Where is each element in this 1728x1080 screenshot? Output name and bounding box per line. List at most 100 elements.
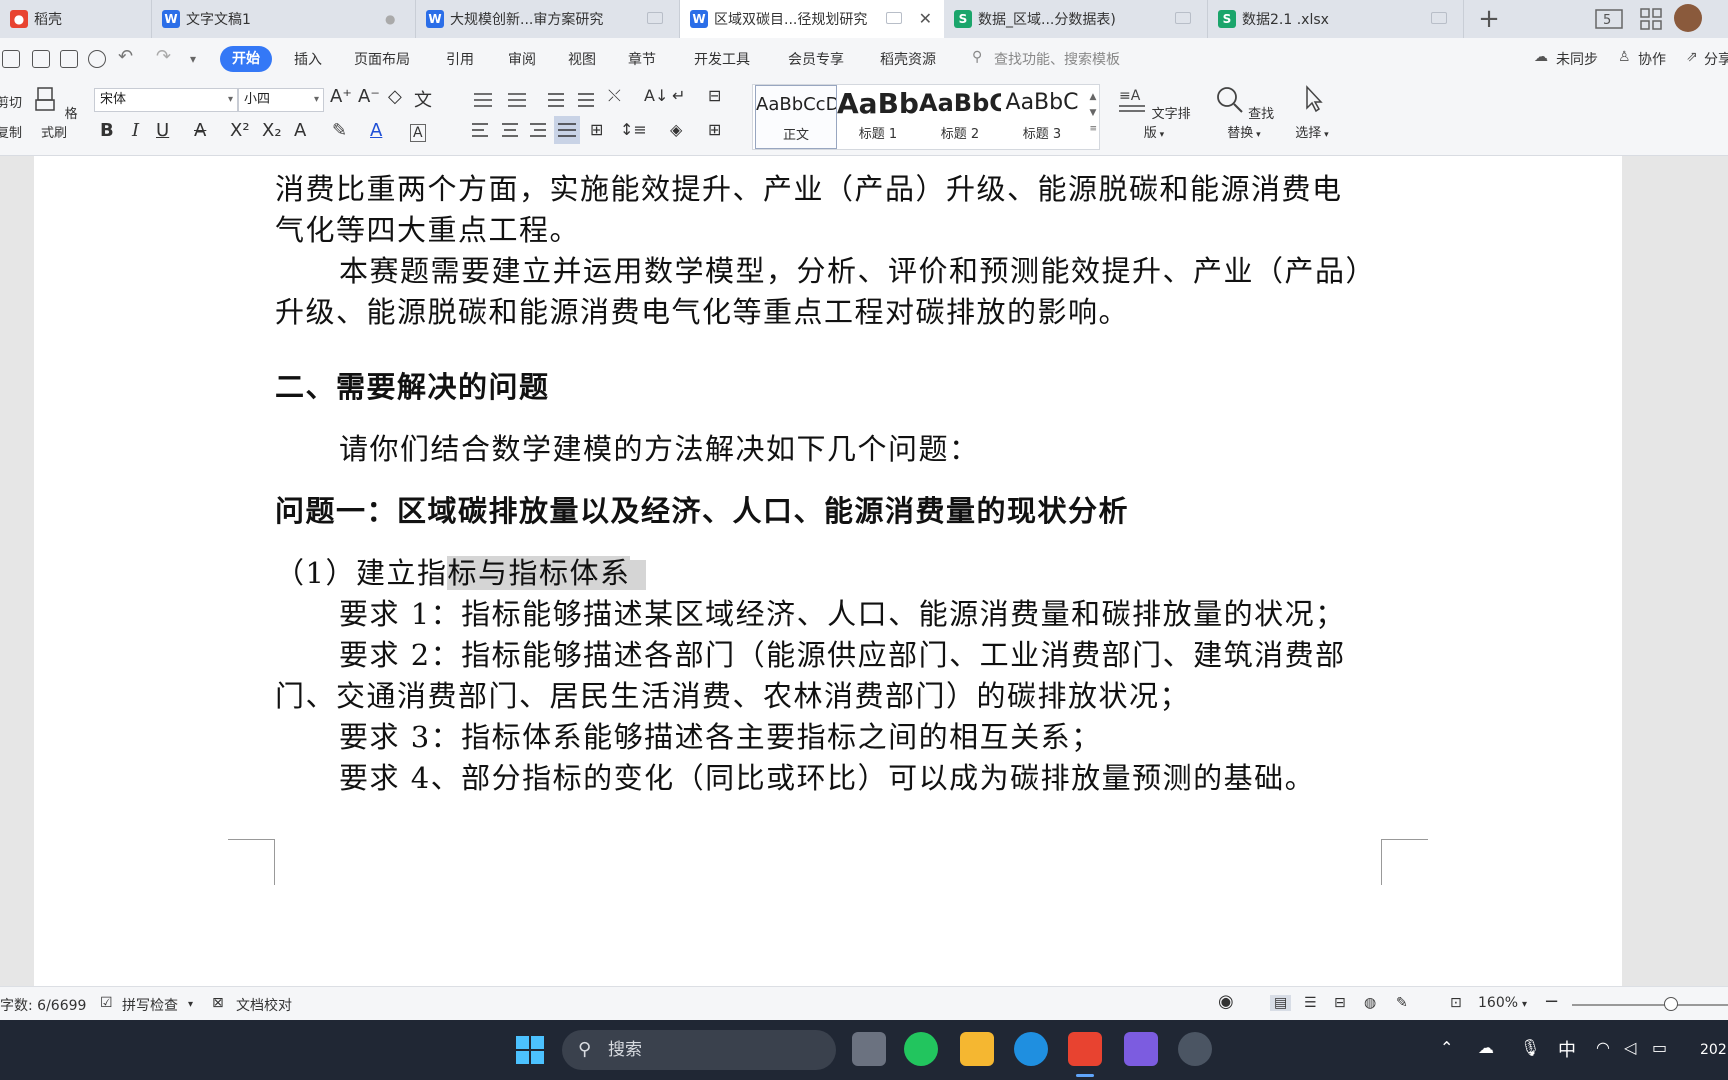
wechat-icon[interactable]: [904, 1032, 938, 1066]
outline-view-icon[interactable]: ☰: [1304, 995, 1317, 1011]
menu-insert[interactable]: 插入: [294, 49, 322, 69]
menu-review[interactable]: 审阅: [508, 49, 536, 69]
sort-icon[interactable]: A↓: [644, 86, 668, 105]
spell-check-button[interactable]: 拼写检查: [122, 995, 178, 1015]
clear-format-icon[interactable]: ◇: [388, 86, 402, 107]
fit-page-icon[interactable]: ⊡: [1450, 995, 1462, 1011]
char-border-icon[interactable]: A: [410, 124, 426, 142]
numbered-list-icon[interactable]: [504, 88, 534, 112]
format-painter-button[interactable]: 格式刷: [30, 84, 78, 141]
print-preview-icon[interactable]: [88, 50, 106, 68]
tab-document-1[interactable]: W 文字文稿1 ●: [152, 0, 416, 38]
decrease-indent-icon[interactable]: [544, 88, 570, 112]
chevron-up-icon[interactable]: ⌃: [1440, 1038, 1453, 1057]
undo-icon[interactable]: ↶: [118, 46, 133, 67]
menu-page-layout[interactable]: 页面布局: [354, 49, 410, 69]
zoom-level[interactable]: 160%: [1478, 995, 1518, 1011]
function-search-input[interactable]: 查找功能、搜索模板: [994, 49, 1120, 69]
style-heading-2[interactable]: AaBbC 标题 2: [919, 85, 1001, 149]
reading-view-icon[interactable]: ⊟: [1334, 995, 1346, 1011]
line-spacing-icon[interactable]: ↕≡: [620, 120, 647, 139]
menu-start[interactable]: 开始: [220, 46, 272, 72]
shrink-font-icon[interactable]: A⁻: [358, 86, 380, 107]
redo-icon[interactable]: ↷: [156, 46, 171, 67]
clock[interactable]: 202: [1700, 1042, 1727, 1058]
tab-document-2[interactable]: W 大规模创新...审方案研究: [416, 0, 680, 38]
shading-icon[interactable]: ◈: [670, 120, 682, 139]
grid-apps-icon[interactable]: [1638, 6, 1664, 32]
align-left-icon[interactable]: [468, 120, 494, 146]
align-center-icon[interactable]: [498, 120, 524, 146]
word-count[interactable]: 字数: 6/6699: [0, 995, 86, 1015]
eye-protection-icon[interactable]: ◉: [1218, 991, 1234, 1012]
taskbar-search-box[interactable]: ⚲ 搜索: [562, 1030, 836, 1070]
highlight-icon[interactable]: ✎: [332, 120, 347, 141]
increase-indent-icon[interactable]: [574, 88, 600, 112]
text-effect-icon[interactable]: A: [294, 120, 306, 141]
menu-references[interactable]: 引用: [446, 49, 474, 69]
user-avatar[interactable]: [1674, 4, 1702, 32]
cut-button[interactable]: 剪切: [0, 92, 22, 111]
document-page[interactable]: 消费比重两个方面，实施能效提升、产业（产品）升级、能源脱碳和能源消费电 气化等四…: [34, 156, 1622, 986]
write-view-icon[interactable]: ✎: [1396, 995, 1408, 1011]
subscript-icon[interactable]: X₂: [262, 120, 282, 141]
select-button[interactable]: 选择 ▾: [1290, 84, 1334, 141]
chevron-down-icon[interactable]: ▾: [190, 52, 196, 66]
cloud-sync-icon[interactable]: ☁: [1534, 49, 1548, 65]
border-icon[interactable]: ⊞: [708, 120, 721, 139]
chinese-layout-icon[interactable]: ⤬: [608, 86, 621, 106]
close-icon[interactable]: ✕: [919, 9, 932, 28]
assistant-app-icon[interactable]: [1178, 1032, 1212, 1066]
strikethrough-icon[interactable]: A: [194, 120, 206, 141]
page-view-icon[interactable]: ▤: [1270, 995, 1292, 1011]
battery-icon[interactable]: ▭: [1652, 1038, 1667, 1057]
show-marks-icon[interactable]: ↵: [672, 86, 685, 105]
task-view-icon[interactable]: [852, 1032, 886, 1066]
align-justify-icon[interactable]: [554, 116, 580, 144]
underline-icon[interactable]: U: [156, 120, 169, 141]
ime-indicator[interactable]: 中: [1558, 1036, 1576, 1062]
save-icon[interactable]: [2, 50, 20, 68]
italic-icon[interactable]: I: [132, 120, 139, 141]
tab-docer[interactable]: ● 稻壳: [0, 0, 152, 38]
export-pdf-icon[interactable]: [32, 50, 50, 68]
bullet-list-icon[interactable]: [470, 88, 500, 112]
menu-chapter[interactable]: 章节: [628, 49, 656, 69]
zoom-slider-handle[interactable]: [1664, 997, 1678, 1011]
tab-ruler-icon[interactable]: ⊟: [708, 86, 721, 105]
web-view-icon[interactable]: ◍: [1364, 995, 1376, 1011]
share-button[interactable]: 分享: [1704, 49, 1728, 69]
print-icon[interactable]: [60, 50, 78, 68]
collab-user-icon[interactable]: ♙: [1618, 49, 1631, 65]
photos-icon[interactable]: [1124, 1032, 1158, 1066]
menu-member[interactable]: 会员专享: [788, 49, 844, 69]
style-scroll-icon[interactable]: ▲ ▼ ≡: [1089, 89, 1097, 137]
style-heading-1[interactable]: AaBb 标题 1: [837, 85, 919, 149]
edge-browser-icon[interactable]: [1014, 1032, 1048, 1066]
superscript-icon[interactable]: X²: [230, 120, 250, 141]
new-tab-plus-icon[interactable]: +: [1474, 4, 1504, 34]
font-size-select[interactable]: 小四 ▾: [238, 88, 324, 112]
zoom-out-icon[interactable]: −: [1544, 991, 1559, 1012]
font-name-select[interactable]: 宋体 ▾: [94, 88, 238, 112]
menu-docer-resources[interactable]: 稻壳资源: [880, 49, 936, 69]
copy-button[interactable]: 复制: [0, 122, 22, 141]
cloud-offline-icon[interactable]: ☁: [1478, 1038, 1494, 1057]
selected-text[interactable]: 标与指标体系: [447, 556, 631, 590]
tab-sheet-2[interactable]: S 数据2.1 .xlsx: [1208, 0, 1464, 38]
distributed-align-icon[interactable]: ⊞: [590, 120, 603, 139]
style-normal[interactable]: AaBbCcDd 正文: [755, 85, 837, 149]
align-right-icon[interactable]: [526, 120, 552, 146]
wifi-icon[interactable]: ◠: [1596, 1038, 1610, 1057]
windows-start-icon[interactable]: [516, 1036, 544, 1064]
bold-icon[interactable]: B: [100, 120, 114, 141]
page-count-icon[interactable]: 5: [1594, 6, 1624, 32]
phonetic-guide-icon[interactable]: 文: [414, 86, 432, 112]
font-color-icon[interactable]: A: [370, 120, 382, 141]
volume-icon[interactable]: ◁: [1624, 1038, 1636, 1057]
find-replace-button[interactable]: 查找替换 ▾: [1208, 84, 1280, 141]
tab-document-active[interactable]: W 区域双碳目...径规划研究 ✕: [680, 0, 944, 38]
microphone-icon[interactable]: 🎙: [1520, 1038, 1540, 1057]
wps-office-icon[interactable]: [1068, 1032, 1102, 1066]
share-icon[interactable]: ⇗: [1686, 49, 1698, 65]
